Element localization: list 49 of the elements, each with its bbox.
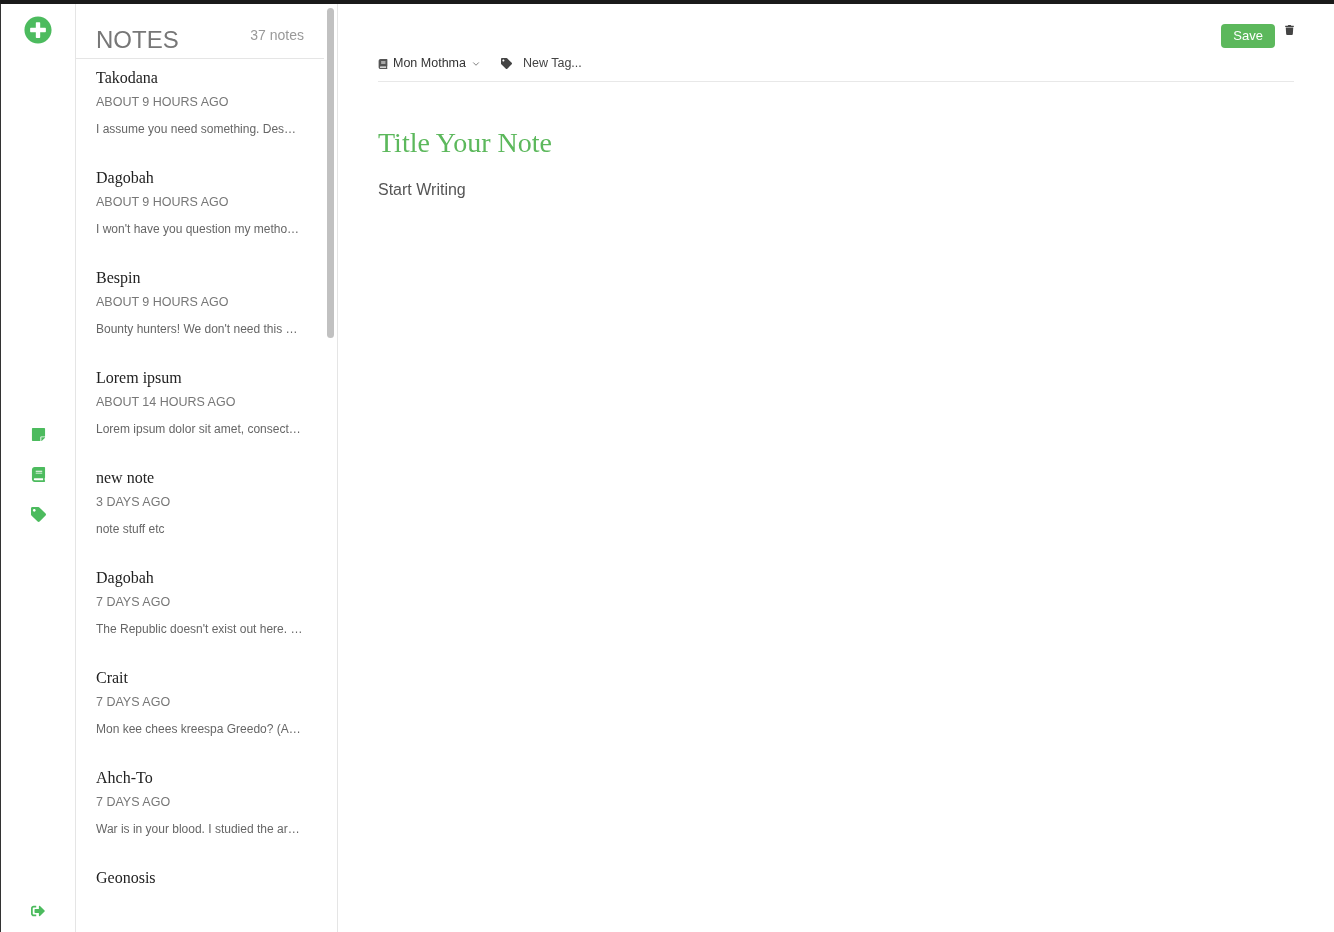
notes-heading: NOTES — [96, 25, 179, 55]
note-time: ABOUT 14 HOURS AGO — [96, 394, 237, 411]
note-time: 3 DAYS AGO — [96, 494, 172, 511]
note-title: Dagobah — [96, 569, 155, 587]
tag-icon[interactable] — [30, 506, 46, 522]
add-note-icon[interactable] — [24, 16, 52, 44]
note-list-item[interactable]: Lorem ipsum ABOUT 14 HOURS AGO Lorem ipsum dolor sit amet, consect… — [76, 359, 324, 459]
note-preview: I won't have you question my metho… — [96, 220, 301, 238]
note-preview: The Republic doesn't exist out here. … — [96, 620, 304, 638]
title-input[interactable]: Title Your Note — [378, 122, 878, 164]
note-time: ABOUT 9 HOURS AGO — [96, 94, 230, 111]
note-list-item[interactable]: Crait 7 DAYS AGO Mon kee chees kreespa Greedo? (A… — [76, 659, 324, 759]
note-list-item[interactable]: Ahch-To 7 DAYS AGO War is in your blood. I studied the ar… — [76, 759, 324, 859]
note-list-item[interactable]: new note 3 DAYS AGO note stuff etc — [76, 459, 324, 559]
note-preview: I assume you need something. Des… — [96, 120, 298, 138]
note-title: Dagobah — [96, 169, 155, 187]
note-title: Lorem ipsum — [96, 369, 183, 387]
note-title: Crait — [96, 669, 129, 687]
note-list-item[interactable]: Bespin ABOUT 9 HOURS AGO Bounty hunters! We don't need this … — [76, 259, 324, 359]
note-preview: Bounty hunters! We don't need this … — [96, 320, 299, 338]
tag-icon — [500, 58, 512, 69]
note-title: Geonosis — [96, 869, 157, 887]
note-title: Takodana — [96, 69, 159, 87]
notes-count: 37 notes — [250, 26, 304, 45]
book-icon[interactable] — [30, 466, 46, 482]
tag-input[interactable]: New Tag... — [522, 54, 643, 73]
sticky-note-icon[interactable] — [30, 426, 46, 442]
note-preview: Lorem ipsum dolor sit amet, consect… — [96, 420, 302, 438]
note-preview: War is in your blood. I studied the ar… — [96, 820, 301, 838]
body-input[interactable]: Start Writing — [378, 178, 878, 202]
trash-icon[interactable] — [1285, 25, 1294, 35]
sign-out-icon[interactable] — [31, 904, 45, 918]
note-preview: note stuff etc — [96, 520, 166, 538]
notebook-dropdown[interactable]: Mon Mothma — [378, 54, 481, 73]
note-list-item[interactable]: Geonosis — [76, 859, 324, 932]
note-time: ABOUT 9 HOURS AGO — [96, 294, 230, 311]
note-time: 7 DAYS AGO — [96, 694, 172, 711]
note-preview: Mon kee chees kreespa Greedo? (A… — [96, 720, 302, 738]
note-time: 7 DAYS AGO — [96, 794, 172, 811]
note-title: Ahch-To — [96, 769, 154, 787]
scrollbar-thumb[interactable] — [327, 8, 334, 338]
note-title: new note — [96, 469, 156, 487]
note-title: Bespin — [96, 269, 142, 287]
note-time: 7 DAYS AGO — [96, 594, 172, 611]
book-icon — [378, 58, 388, 69]
note-list-item[interactable]: Takodana ABOUT 9 HOURS AGO I assume you need something. Des… — [76, 59, 324, 159]
note-list-item[interactable]: Dagobah ABOUT 9 HOURS AGO I won't have you question my metho… — [76, 159, 324, 259]
note-list-item[interactable]: Dagobah 7 DAYS AGO The Republic doesn't exist out here. … — [76, 559, 324, 659]
note-time: ABOUT 9 HOURS AGO — [96, 194, 230, 211]
